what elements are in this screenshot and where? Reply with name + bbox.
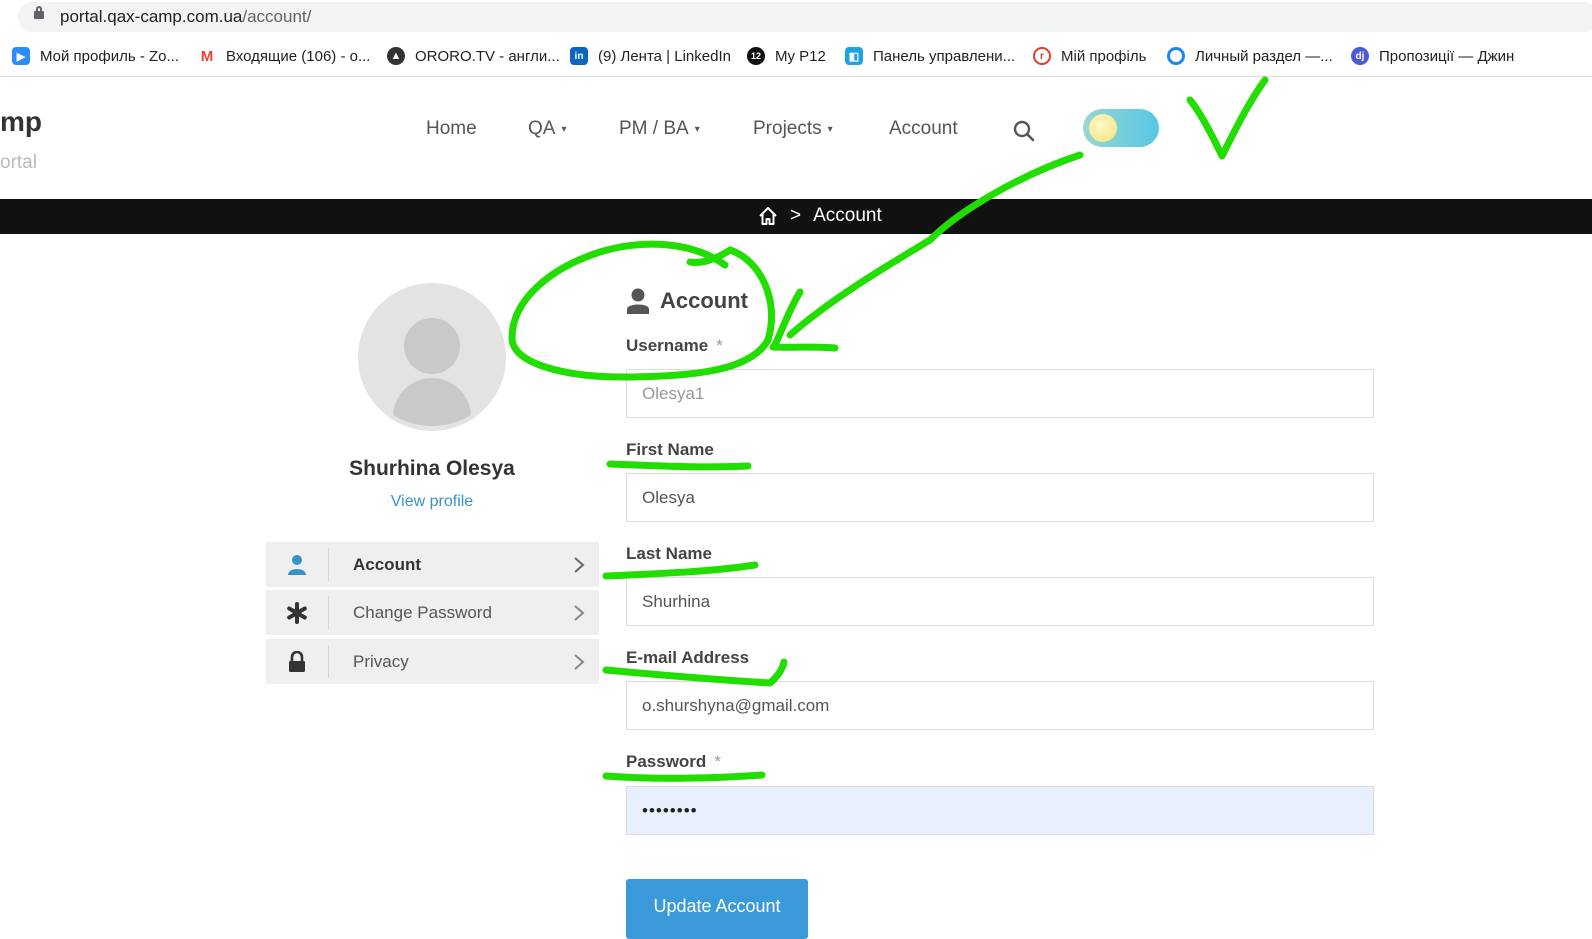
bookmark-label: Личный раздел —... <box>1195 47 1333 65</box>
nav-account[interactable]: Account <box>889 118 958 140</box>
site-logo[interactable]: mp <box>0 106 42 138</box>
form-title: Account <box>626 287 748 315</box>
site-logo-subtitle: ortal <box>0 152 37 173</box>
sidebar-item-account[interactable]: Account <box>266 542 599 587</box>
url-text[interactable]: portal.qax-camp.com.ua/account/ <box>60 7 311 27</box>
checkmark-annotation <box>1186 76 1269 160</box>
caret-down-icon: ▾ <box>694 124 700 135</box>
caret-down-icon: ▾ <box>827 124 833 135</box>
bookmark-zoom[interactable]: ▶ Мой профиль - Zo... <box>12 46 179 66</box>
bookmark-gmail[interactable]: M Входящие (106) - о... <box>198 46 370 66</box>
asterisk-icon <box>266 590 328 635</box>
underline-last-name <box>602 561 759 580</box>
nav-label: Projects <box>753 118 822 139</box>
view-profile-link[interactable]: View profile <box>280 493 584 511</box>
bookmark-p12[interactable]: 12 My P12 <box>747 46 826 66</box>
divider <box>328 596 329 629</box>
home-icon[interactable] <box>758 206 778 226</box>
nav-home[interactable]: Home <box>426 118 477 140</box>
caret-down-icon: ▾ <box>561 124 567 135</box>
avatar-body <box>393 378 471 426</box>
breadcrumb-separator: > <box>790 205 802 226</box>
user-icon <box>627 288 649 314</box>
bookmark-my-profile[interactable]: r Мій профіль <box>1033 46 1146 66</box>
url-path: /account/ <box>242 7 312 26</box>
ororo-icon: ▲ <box>387 47 405 65</box>
label-text: Username <box>626 336 709 355</box>
user-icon <box>266 542 328 587</box>
panel-icon: ◧ <box>845 47 863 65</box>
gmail-icon: M <box>198 47 216 65</box>
label-text: Password <box>626 752 707 771</box>
bookmark-label: ORORO.TV - англи... <box>415 47 560 65</box>
required-mark: * <box>716 336 723 355</box>
profile-name: Shurhina Olesya <box>349 457 515 480</box>
nav-label: QA <box>528 118 556 139</box>
update-account-button[interactable]: Update Account <box>626 879 808 939</box>
p12-icon: 12 <box>747 47 765 65</box>
last-name-label: Last Name <box>626 544 712 563</box>
first-name-label: First Name <box>626 440 714 459</box>
chevron-right-icon <box>574 654 585 670</box>
bookmark-linkedin[interactable]: in (9) Лента | LinkedIn <box>570 46 731 66</box>
last-name-field[interactable] <box>626 577 1374 626</box>
form-title-text: Account <box>660 288 748 313</box>
avatar-head <box>404 318 460 374</box>
underline-password <box>602 771 766 782</box>
linkedin-icon: in <box>570 47 588 65</box>
nav-label: Home <box>426 118 477 139</box>
bookmark-djinni[interactable]: dj Пропозиції — Джин <box>1351 46 1514 66</box>
profile-r-icon: r <box>1033 47 1051 65</box>
bookmark-label: Входящие (106) - о... <box>226 47 371 65</box>
nav-pm-ba[interactable]: PM / BA ▾ <box>619 118 700 140</box>
sidebar-item-change-password[interactable]: Change Password <box>266 590 599 635</box>
bookmark-label: Мой профиль - Zo... <box>40 47 179 65</box>
bookmark-label: Мій профіль <box>1061 47 1147 65</box>
sidebar-item-label: Privacy <box>353 652 409 671</box>
breadcrumb: > Account <box>758 205 882 227</box>
nav-label: PM / BA <box>619 118 689 139</box>
bookmark-label: My P12 <box>775 47 826 65</box>
bookmark-panel[interactable]: ◧ Панель управлени... <box>845 46 1015 66</box>
email-field[interactable] <box>626 681 1374 730</box>
email-label: E-mail Address <box>626 648 750 667</box>
nav-qa[interactable]: QA ▾ <box>528 118 566 140</box>
sidebar-item-label: Change Password <box>353 603 492 622</box>
bookmark-label: Пропозиції — Джин <box>1379 47 1515 65</box>
sidebar-item-label: Account <box>353 555 421 574</box>
username-field[interactable] <box>626 369 1374 418</box>
circle-target-icon <box>1167 47 1185 65</box>
bookmark-label: (9) Лента | LinkedIn <box>598 47 731 65</box>
password-label: Password * <box>626 752 721 772</box>
sidebar-item-privacy[interactable]: Privacy <box>266 639 599 684</box>
zoom-icon: ▶ <box>12 47 30 65</box>
divider <box>328 548 329 581</box>
arrow-annotation <box>769 151 1084 352</box>
chevron-right-icon <box>574 557 585 573</box>
bookmark-personal[interactable]: Личный раздел —... <box>1167 46 1333 66</box>
underline-first-name <box>606 460 752 471</box>
nav-label: Account <box>889 118 958 139</box>
lock-icon <box>266 639 328 684</box>
breadcrumb-current: Account <box>813 205 882 226</box>
bookmarks-bar: ▶ Мой профиль - Zo... M Входящие (106) -… <box>0 38 1592 77</box>
chevron-right-icon <box>574 605 585 621</box>
lock-icon[interactable] <box>34 6 44 19</box>
required-mark: * <box>714 752 721 771</box>
divider <box>328 645 329 678</box>
bookmark-label: Панель управлени... <box>873 47 1016 65</box>
djinni-icon: dj <box>1351 47 1369 65</box>
url-domain: portal.qax-camp.com.ua <box>60 7 243 26</box>
username-label: Username * <box>626 336 723 356</box>
bookmark-ororo[interactable]: ▲ ORORO.TV - англи... <box>387 46 560 66</box>
search-icon[interactable] <box>1013 120 1035 142</box>
sun-icon <box>1089 114 1117 142</box>
password-field[interactable] <box>626 786 1374 835</box>
nav-projects[interactable]: Projects ▾ <box>753 118 833 140</box>
first-name-field[interactable] <box>626 473 1374 522</box>
